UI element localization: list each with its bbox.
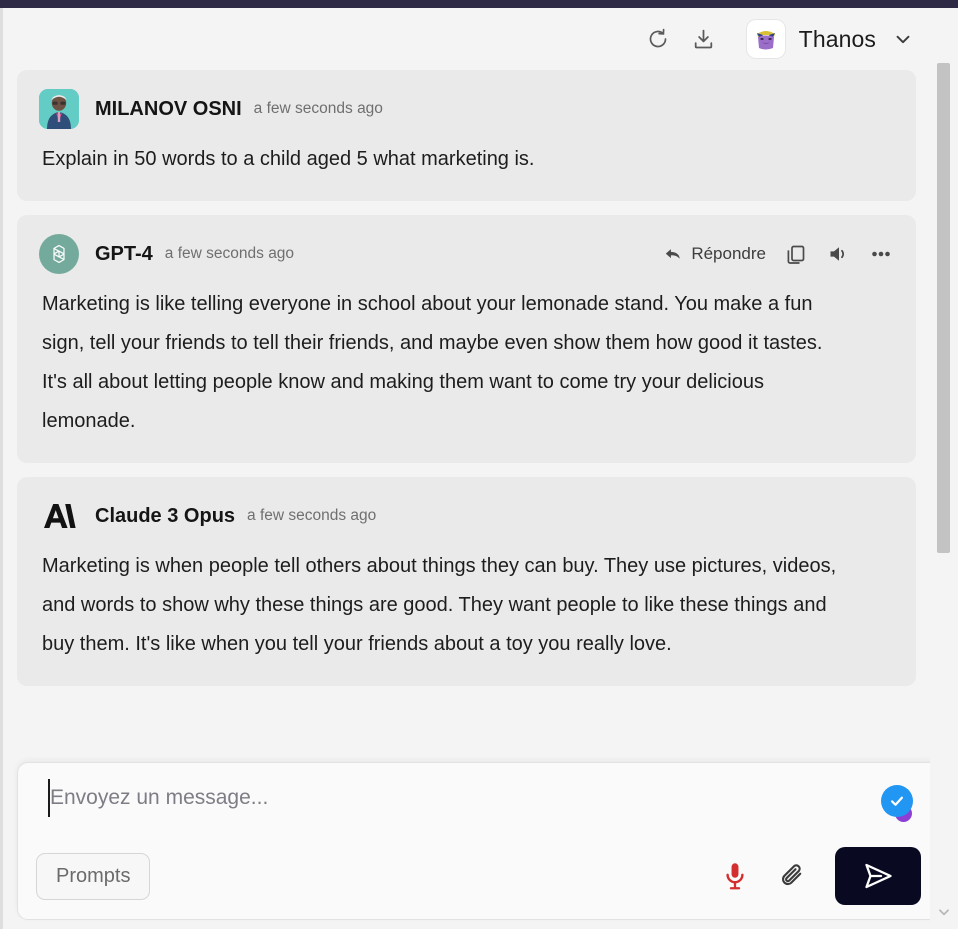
message-sender: MILANOV OSNI bbox=[95, 98, 242, 121]
message-header: MILANOV OSNI a few seconds ago bbox=[39, 88, 894, 130]
send-button[interactable] bbox=[835, 847, 921, 905]
scrollbar-track[interactable] bbox=[930, 8, 958, 929]
user-photo-avatar bbox=[39, 89, 79, 129]
chat-application: Thanos bbox=[0, 0, 958, 929]
reply-arrow-icon bbox=[663, 244, 683, 264]
send-paper-plane-icon bbox=[857, 856, 899, 896]
left-border-rule bbox=[0, 8, 3, 929]
thanos-avatar bbox=[747, 20, 785, 58]
message-header: Claude 3 Opus a few seconds ago bbox=[39, 495, 894, 537]
copy-icon[interactable] bbox=[784, 242, 808, 266]
chevron-down-icon[interactable] bbox=[892, 28, 914, 50]
composer-input-row: Envoyez un message... bbox=[36, 779, 921, 833]
message-body: Marketing is when people tell others abo… bbox=[39, 547, 839, 664]
message-header: GPT-4 a few seconds ago Répondre bbox=[39, 233, 894, 275]
message-timestamp: a few seconds ago bbox=[165, 245, 294, 263]
user-name-label: Thanos bbox=[799, 26, 876, 53]
message-composer: Envoyez un message... Prompts bbox=[17, 762, 940, 920]
prompts-button[interactable]: Prompts bbox=[36, 853, 150, 900]
message-list[interactable]: MILANOV OSNI a few seconds ago Explain i… bbox=[3, 70, 930, 770]
refresh-icon[interactable] bbox=[641, 22, 675, 56]
reply-button[interactable]: Répondre bbox=[663, 244, 766, 264]
scrollbar-thumb[interactable] bbox=[937, 63, 950, 553]
paperclip-icon[interactable] bbox=[777, 861, 807, 891]
text-caret bbox=[48, 779, 50, 817]
message-body: Explain in 50 words to a child aged 5 wh… bbox=[39, 140, 839, 179]
speaker-icon[interactable] bbox=[826, 242, 850, 266]
reply-label: Répondre bbox=[691, 244, 766, 264]
openai-logo-avatar bbox=[39, 234, 79, 274]
message-card-claude: Claude 3 Opus a few seconds ago Marketin… bbox=[17, 477, 916, 686]
scrollbar-down-arrow-icon[interactable] bbox=[936, 905, 952, 919]
message-body: Marketing is like telling everyone in sc… bbox=[39, 285, 839, 441]
verified-check-badge bbox=[881, 785, 915, 825]
top-accent-bar bbox=[0, 0, 958, 8]
message-input-placeholder: Envoyez un message... bbox=[50, 786, 268, 809]
message-timestamp: a few seconds ago bbox=[247, 507, 376, 525]
app-header: Thanos bbox=[3, 8, 930, 70]
message-card-gpt4: GPT-4 a few seconds ago Répondre bbox=[17, 215, 916, 463]
message-sender: GPT-4 bbox=[95, 243, 153, 266]
microphone-icon[interactable] bbox=[721, 861, 749, 891]
message-action-bar: Répondre bbox=[663, 241, 894, 267]
message-sender: Claude 3 Opus bbox=[95, 505, 235, 528]
verified-badge-circle bbox=[881, 785, 913, 817]
anthropic-logo-avatar bbox=[39, 496, 79, 536]
composer-toolbar: Prompts bbox=[36, 847, 921, 905]
message-timestamp: a few seconds ago bbox=[254, 100, 383, 118]
download-icon[interactable] bbox=[687, 22, 721, 56]
user-menu[interactable]: Thanos bbox=[747, 20, 914, 58]
message-input[interactable]: Envoyez un message... bbox=[36, 779, 921, 813]
composer-actions bbox=[721, 847, 921, 905]
more-horizontal-icon[interactable] bbox=[868, 241, 894, 267]
message-card-user: MILANOV OSNI a few seconds ago Explain i… bbox=[17, 70, 916, 201]
